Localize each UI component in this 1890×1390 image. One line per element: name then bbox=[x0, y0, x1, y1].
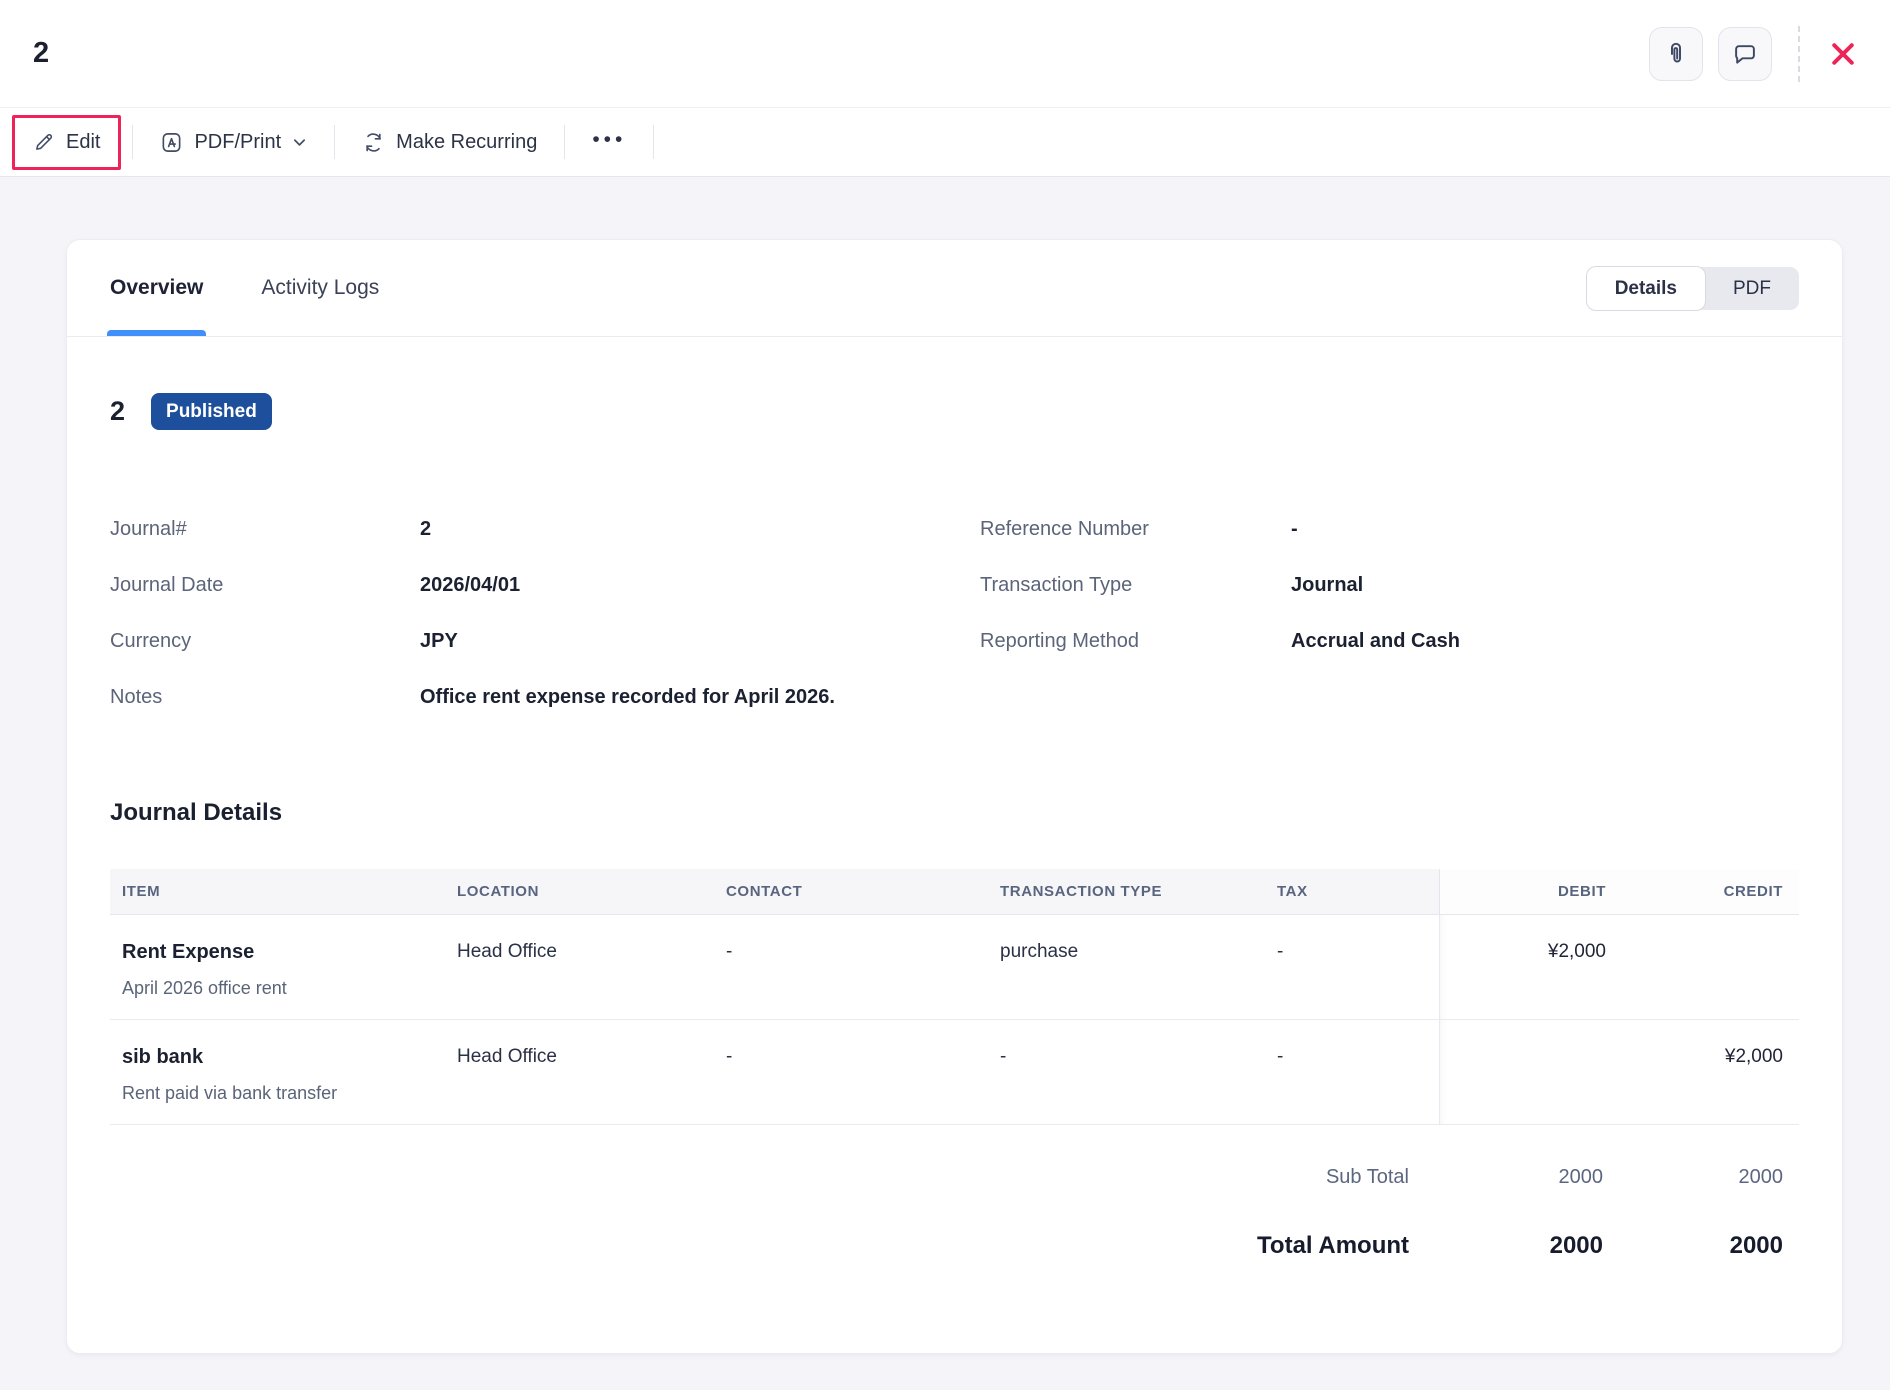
info-fields-right: Reference Number - Transaction Type Jour… bbox=[980, 518, 1799, 709]
field-label: Currency bbox=[110, 630, 420, 653]
sub-total-credit: 2000 bbox=[1619, 1166, 1799, 1189]
action-toolbar: Edit PDF/Print Make Recurring bbox=[0, 107, 1890, 177]
field-label: Journal Date bbox=[110, 574, 420, 597]
toggle-details[interactable]: Details bbox=[1587, 267, 1705, 310]
entry-head: 2 Published bbox=[110, 393, 1799, 430]
field-value: Accrual and Cash bbox=[1291, 630, 1799, 653]
cell-tax: - bbox=[1265, 915, 1439, 1019]
toolbar-divider bbox=[132, 125, 133, 159]
cell-credit: ¥2,000 bbox=[1622, 1020, 1799, 1124]
field-label: Notes bbox=[110, 686, 420, 709]
toolbar-divider bbox=[653, 125, 654, 159]
column-header-item: ITEM bbox=[110, 869, 445, 914]
cell-contact: - bbox=[714, 1020, 988, 1124]
card-body: 2 Published Journal# 2 Journal Date 2026… bbox=[67, 393, 1842, 1260]
tab-overview[interactable]: Overview bbox=[110, 240, 203, 336]
pdf-print-button-label: PDF/Print bbox=[194, 131, 281, 154]
cell-credit bbox=[1622, 915, 1799, 1019]
journal-detail-card: Overview Activity Logs Details PDF 2 Pub… bbox=[66, 239, 1843, 1354]
total-amount-debit: 2000 bbox=[1436, 1232, 1619, 1260]
more-actions-button[interactable]: ••• bbox=[576, 119, 642, 166]
attachment-button[interactable] bbox=[1649, 27, 1703, 81]
item-name: sib bank bbox=[122, 1046, 445, 1069]
item-description: Rent paid via bank transfer bbox=[122, 1083, 445, 1104]
recurring-icon bbox=[362, 131, 385, 154]
info-fields-left: Journal# 2 Journal Date 2026/04/01 Curre… bbox=[110, 518, 980, 709]
chevron-down-icon bbox=[292, 135, 307, 150]
field-label: Reference Number bbox=[980, 518, 1291, 541]
field-value: 2026/04/01 bbox=[420, 574, 980, 597]
journal-details-heading: Journal Details bbox=[110, 799, 1799, 827]
cell-transaction-type: - bbox=[988, 1020, 1265, 1124]
toolbar-divider bbox=[564, 125, 565, 159]
page-background: Overview Activity Logs Details PDF 2 Pub… bbox=[0, 177, 1890, 1354]
header-divider bbox=[1798, 26, 1800, 82]
tab-bar: Overview Activity Logs Details PDF bbox=[67, 240, 1842, 337]
journal-details-table: ITEM LOCATION CONTACT TRANSACTION TYPE T… bbox=[110, 869, 1799, 1125]
field-value: Office rent expense recorded for April 2… bbox=[420, 686, 980, 709]
edit-button-label: Edit bbox=[66, 131, 100, 154]
paperclip-icon bbox=[1663, 41, 1689, 67]
comment-bubble-icon bbox=[1732, 41, 1758, 67]
table-header-row: ITEM LOCATION CONTACT TRANSACTION TYPE T… bbox=[110, 869, 1799, 915]
window-header: 2 bbox=[0, 0, 1890, 107]
tab-activity-logs[interactable]: Activity Logs bbox=[261, 240, 379, 336]
column-header-contact: CONTACT bbox=[714, 869, 988, 914]
ellipsis-icon: ••• bbox=[592, 129, 626, 156]
toggle-pdf[interactable]: PDF bbox=[1705, 267, 1799, 310]
column-header-debit: DEBIT bbox=[1439, 869, 1622, 914]
column-header-transaction-type: TRANSACTION TYPE bbox=[988, 869, 1265, 914]
sub-total-label: Sub Total bbox=[110, 1166, 1436, 1189]
field-value: JPY bbox=[420, 630, 980, 653]
make-recurring-button-label: Make Recurring bbox=[396, 131, 537, 154]
cell-item: Rent Expense April 2026 office rent bbox=[110, 915, 445, 1019]
cell-tax: - bbox=[1265, 1020, 1439, 1124]
column-header-credit: CREDIT bbox=[1622, 869, 1799, 914]
pdf-print-button[interactable]: PDF/Print bbox=[144, 121, 323, 164]
table-row: sib bank Rent paid via bank transfer Hea… bbox=[110, 1020, 1799, 1125]
sub-total-row: Sub Total 2000 2000 bbox=[110, 1166, 1799, 1189]
item-name: Rent Expense bbox=[122, 941, 445, 964]
field-label: Reporting Method bbox=[980, 630, 1291, 653]
sub-total-debit: 2000 bbox=[1436, 1166, 1619, 1189]
cell-debit: ¥2,000 bbox=[1439, 915, 1622, 1019]
field-value: 2 bbox=[420, 518, 980, 541]
total-amount-credit: 2000 bbox=[1619, 1232, 1799, 1260]
page-title: 2 bbox=[33, 37, 49, 70]
close-button[interactable] bbox=[1822, 33, 1864, 75]
field-label: Transaction Type bbox=[980, 574, 1291, 597]
status-badge: Published bbox=[151, 393, 272, 430]
journal-number-heading: 2 bbox=[110, 396, 125, 427]
total-amount-row: Total Amount 2000 2000 bbox=[110, 1232, 1799, 1260]
cell-location: Head Office bbox=[445, 915, 714, 1019]
field-value: - bbox=[1291, 518, 1799, 541]
toolbar-divider bbox=[334, 125, 335, 159]
close-x-icon bbox=[1828, 39, 1858, 69]
info-fields: Journal# 2 Journal Date 2026/04/01 Curre… bbox=[110, 518, 1799, 709]
field-label: Journal# bbox=[110, 518, 420, 541]
header-actions bbox=[1634, 26, 1864, 82]
cell-transaction-type: purchase bbox=[988, 915, 1265, 1019]
pencil-icon bbox=[33, 131, 55, 153]
details-pdf-toggle: Details PDF bbox=[1587, 267, 1799, 310]
field-value: Journal bbox=[1291, 574, 1799, 597]
cell-location: Head Office bbox=[445, 1020, 714, 1124]
total-amount-label: Total Amount bbox=[110, 1232, 1436, 1260]
item-description: April 2026 office rent bbox=[122, 978, 445, 999]
cell-debit bbox=[1439, 1020, 1622, 1124]
edit-annotation-highlight: Edit bbox=[12, 115, 121, 170]
pdf-file-icon bbox=[160, 131, 183, 154]
cell-item: sib bank Rent paid via bank transfer bbox=[110, 1020, 445, 1124]
edit-button[interactable]: Edit bbox=[17, 121, 116, 164]
table-row: Rent Expense April 2026 office rent Head… bbox=[110, 915, 1799, 1020]
make-recurring-button[interactable]: Make Recurring bbox=[346, 121, 553, 164]
comments-button[interactable] bbox=[1718, 27, 1772, 81]
cell-contact: - bbox=[714, 915, 988, 1019]
column-header-location: LOCATION bbox=[445, 869, 714, 914]
column-header-tax: TAX bbox=[1265, 869, 1439, 914]
